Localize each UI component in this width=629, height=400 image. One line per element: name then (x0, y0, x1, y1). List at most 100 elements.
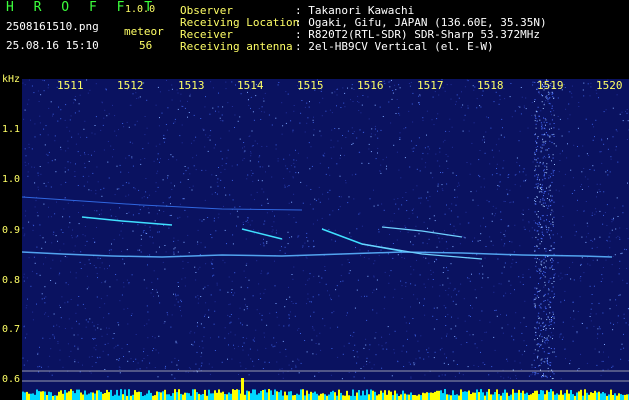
histogram-bar (118, 395, 120, 400)
histogram-bar (396, 393, 398, 400)
histogram-bar (52, 395, 54, 400)
histogram-bar (472, 392, 474, 400)
histogram-bar (520, 392, 522, 400)
histogram-bar (68, 391, 70, 400)
histogram-bar (206, 395, 208, 400)
histogram-bar (186, 392, 188, 400)
histogram-bar (134, 390, 136, 400)
histogram-bar (150, 392, 152, 400)
histogram-bar (332, 390, 334, 400)
histogram-bar (198, 393, 200, 400)
histogram-bar (374, 391, 376, 400)
histogram-bar (226, 394, 228, 400)
histogram-bar (540, 390, 542, 400)
histogram-bar (94, 393, 96, 400)
histogram-bar (414, 395, 416, 400)
histogram-bar (104, 393, 106, 400)
app-version: 1.0.0 (125, 4, 156, 15)
histogram-bar (110, 389, 112, 400)
histogram-bar (162, 391, 164, 400)
histogram-bar (34, 394, 36, 400)
histogram-bar (238, 389, 240, 400)
histogram-bar (158, 391, 160, 400)
histogram-bar (174, 389, 176, 400)
histogram-bar (400, 394, 402, 400)
histogram-bar (298, 394, 300, 400)
histogram-bar (102, 393, 104, 400)
histogram-bar (272, 394, 274, 400)
histogram-bar (618, 393, 620, 400)
y-tick-label: 0.7 (2, 324, 21, 335)
histogram-bar (284, 391, 286, 400)
histogram-bar (230, 393, 232, 400)
histogram-bar (322, 393, 324, 400)
histogram-bar (346, 390, 348, 400)
histogram-bar (86, 394, 88, 400)
histogram-bar (32, 393, 34, 400)
x-tick-label: 1512 (117, 79, 144, 92)
histogram-bar (30, 393, 32, 400)
histogram-bar (610, 389, 612, 400)
histogram-bar (548, 391, 550, 400)
meteor-count-label: meteor (124, 25, 164, 38)
histogram-bar (430, 392, 432, 400)
histogram-bar (424, 393, 426, 400)
histogram-bar (402, 390, 404, 400)
histogram-bar (604, 393, 606, 400)
histogram-bar (350, 395, 352, 400)
histogram-bar (468, 390, 470, 400)
histogram-bar (56, 395, 58, 400)
histogram-bar (142, 396, 144, 400)
histogram-bar (464, 391, 466, 400)
histogram-bar (382, 392, 384, 400)
histogram-bar (320, 393, 322, 400)
histogram-bar (288, 391, 290, 400)
histogram-bar (504, 389, 506, 400)
histogram-bar (274, 389, 276, 400)
histogram-bar (270, 390, 272, 400)
histogram-bar (220, 392, 222, 400)
histogram-bar (584, 389, 586, 400)
histogram-bar (392, 395, 394, 400)
histogram-bar (74, 393, 76, 400)
x-tick-label: 1515 (297, 79, 324, 92)
x-tick-label: 1517 (417, 79, 444, 92)
histogram-bar (160, 392, 162, 400)
histogram-bar (598, 391, 600, 400)
histogram-bar (330, 391, 332, 400)
histogram-bar (622, 394, 624, 400)
histogram-bar (602, 392, 604, 400)
histogram-bar (480, 389, 482, 400)
hrofft-window: H R O F F T 1.0.0 2508161510.png 25.08.1… (0, 0, 629, 400)
histogram-bar (126, 395, 128, 400)
histogram-bar (352, 389, 354, 400)
histogram-bar (460, 389, 462, 400)
histogram-bar (140, 392, 142, 400)
histogram-bar (384, 390, 386, 400)
carrier-trace (22, 251, 613, 258)
histogram-bar (474, 392, 476, 400)
histogram-bar (440, 390, 442, 400)
image-filename: 2508161510.png (6, 20, 99, 33)
histogram-bar (246, 390, 248, 400)
histogram-bar (476, 389, 478, 400)
histogram-bar (88, 393, 90, 400)
histogram-bar (566, 389, 568, 400)
histogram-bar (114, 394, 116, 400)
histogram-bar (62, 393, 64, 400)
histogram-bar (196, 392, 198, 400)
histogram-bar (462, 391, 464, 400)
histogram-bar (70, 389, 72, 400)
histogram-bar (326, 395, 328, 400)
histogram-bar (438, 390, 440, 400)
histogram-bar (108, 392, 110, 400)
histogram-bar (612, 395, 614, 400)
histogram-bar (336, 395, 338, 400)
x-tick-label: 1513 (178, 79, 205, 92)
histogram-bar (148, 390, 150, 400)
histogram-bar (530, 394, 532, 400)
histogram-bar (478, 392, 480, 400)
histogram-bar (576, 392, 578, 400)
histogram-bar (138, 391, 140, 400)
histogram-bar (542, 390, 544, 400)
